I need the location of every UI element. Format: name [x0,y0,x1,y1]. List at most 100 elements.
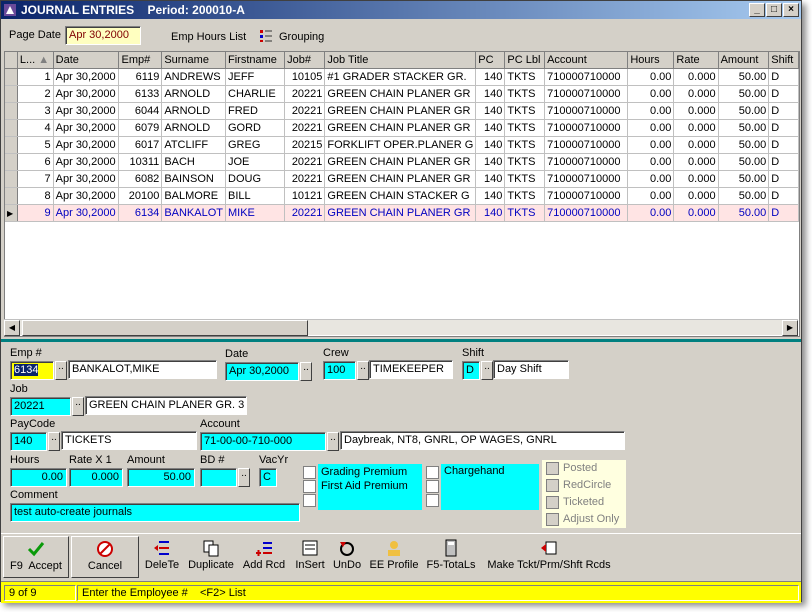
table-cell[interactable]: 710000710000 [544,119,629,137]
table-cell[interactable]: D [768,170,799,188]
table-cell[interactable]: 20100 [118,187,163,205]
emp-lookup-button[interactable]: .. [55,361,67,380]
table-cell[interactable]: 710000710000 [544,102,629,120]
table-cell[interactable]: 140 [475,85,506,103]
table-cell[interactable]: 50.00 [718,85,770,103]
table-cell[interactable]: GREEN CHAIN PLANER GR [324,170,477,188]
table-cell[interactable]: 1 [17,68,54,86]
table-cell[interactable]: D [768,68,799,86]
table-cell[interactable]: ATCLIFF [161,136,226,154]
page-date-field[interactable]: Apr 30,2000 [65,26,141,45]
table-cell[interactable]: 10105 [284,68,326,86]
table-cell[interactable]: 0.00 [627,68,675,86]
table-cell[interactable]: Apr 30,2000 [53,170,120,188]
table-cell[interactable]: D [768,136,799,154]
table-cell[interactable]: 140 [475,68,506,86]
table-cell[interactable]: 20221 [284,119,326,137]
table-cell[interactable]: 710000710000 [544,136,629,154]
table-cell[interactable]: TKTS [504,170,546,188]
table-cell[interactable]: TKTS [504,68,546,86]
table-cell[interactable]: 140 [475,153,506,171]
row-indicator[interactable] [5,119,18,137]
table-cell[interactable]: 140 [475,136,506,154]
crew-lookup-button[interactable]: .. [357,361,369,380]
table-cell[interactable]: 6 [17,153,54,171]
row-indicator[interactable] [5,153,18,171]
table-cell[interactable]: 6044 [118,102,163,120]
table-cell[interactable]: GREEN CHAIN PLANER GR [324,119,477,137]
table-cell[interactable]: D [768,119,799,137]
table-cell[interactable]: 0.000 [673,204,719,222]
table-cell[interactable]: ANDREWS [161,68,226,86]
bd-lookup-button[interactable]: .. [238,468,250,487]
table-cell[interactable]: 140 [475,187,506,205]
table-cell[interactable]: 0.000 [673,68,719,86]
table-cell[interactable]: GREEN CHAIN STACKER G [324,187,477,205]
table-cell[interactable]: 0.00 [627,102,675,120]
table-cell[interactable]: 710000710000 [544,85,629,103]
col-header-rate[interactable]: Rate [673,52,719,69]
table-cell[interactable]: JEFF [225,68,286,86]
table-cell[interactable]: TKTS [504,102,546,120]
table-cell[interactable]: 50.00 [718,187,770,205]
table-cell[interactable]: 20221 [284,204,326,222]
table-cell[interactable]: 0.000 [673,153,719,171]
grouping-icon[interactable] [259,29,273,43]
grading-premium-checkbox[interactable] [303,466,316,479]
shift-field[interactable]: D [462,361,480,380]
table-cell[interactable]: 20221 [284,170,326,188]
table-cell[interactable]: ARNOLD [161,85,226,103]
table-cell[interactable]: 20221 [284,102,326,120]
row-indicator[interactable] [5,85,18,103]
table-cell[interactable]: 140 [475,170,506,188]
table-cell[interactable]: 0.00 [627,153,675,171]
scroll-right-icon[interactable]: ▶ [782,320,798,336]
table-cell[interactable]: 5 [17,136,54,154]
insert-button[interactable]: InSert [293,536,327,578]
table-cell[interactable]: Apr 30,2000 [53,187,120,205]
col-header-job-title[interactable]: Job Title [324,52,477,69]
table-cell[interactable]: 0.00 [627,85,675,103]
date-field[interactable]: Apr 30,2000 [225,362,299,381]
add-record-button[interactable]: Add Rcd [241,536,287,578]
table-cell[interactable]: FRED [225,102,286,120]
table-cell[interactable]: 140 [475,119,506,137]
emp-hours-list-link[interactable]: Emp Hours List [171,31,246,43]
job-lookup-button[interactable]: .. [72,397,84,416]
table-cell[interactable]: GREEN CHAIN PLANER GR [324,102,477,120]
account-lookup-button[interactable]: .. [327,432,339,451]
table-cell[interactable]: D [768,204,799,222]
table-cell[interactable]: 0.00 [627,136,675,154]
row-indicator[interactable] [5,68,18,86]
table-cell[interactable]: 710000710000 [544,153,629,171]
table-cell[interactable]: GREG [225,136,286,154]
grouping-label[interactable]: Grouping [279,31,324,43]
table-row[interactable]: 5 Apr 30,2000 6017 ATCLIFF GREG 20215 FORKLIFT… [5,136,799,154]
col-header-pc[interactable]: PC [475,52,506,69]
account-field[interactable]: 71-00-00-710-000 [200,432,326,451]
table-row[interactable]: 6 Apr 30,2000 10311 BACH JOE 20221 GREEN CHAIN… [5,153,799,171]
table-cell[interactable]: Apr 30,2000 [53,204,120,222]
cancel-button[interactable]: Cancel [71,536,139,578]
table-cell[interactable]: 50.00 [718,136,770,154]
table-cell[interactable]: 710000710000 [544,68,629,86]
table-cell[interactable]: 0.000 [673,119,719,137]
table-cell[interactable]: MIKE [225,204,286,222]
table-cell[interactable]: 6079 [118,119,163,137]
vacyr-field[interactable]: C [259,468,277,487]
job-field[interactable]: 20221 [10,397,71,416]
col-header-firstname[interactable]: Firstname [225,52,286,69]
col-header-shift[interactable]: Shift [768,52,799,69]
table-cell[interactable]: Apr 30,2000 [53,102,120,120]
table-cell[interactable]: ARNOLD [161,102,226,120]
table-cell[interactable]: 140 [475,204,506,222]
hours-field[interactable]: 0.00 [10,468,67,487]
comment-field[interactable]: test auto-create journals [10,503,300,522]
table-cell[interactable]: 7 [17,170,54,188]
table-cell[interactable]: 6119 [118,68,163,86]
horizontal-scrollbar[interactable]: ◀ ▶ [4,319,798,336]
paycode-lookup-button[interactable]: .. [48,432,60,451]
col-header-emp[interactable]: Emp# [118,52,163,69]
table-cell[interactable]: Apr 30,2000 [53,136,120,154]
table-cell[interactable]: GREEN CHAIN PLANER GR [324,204,477,222]
